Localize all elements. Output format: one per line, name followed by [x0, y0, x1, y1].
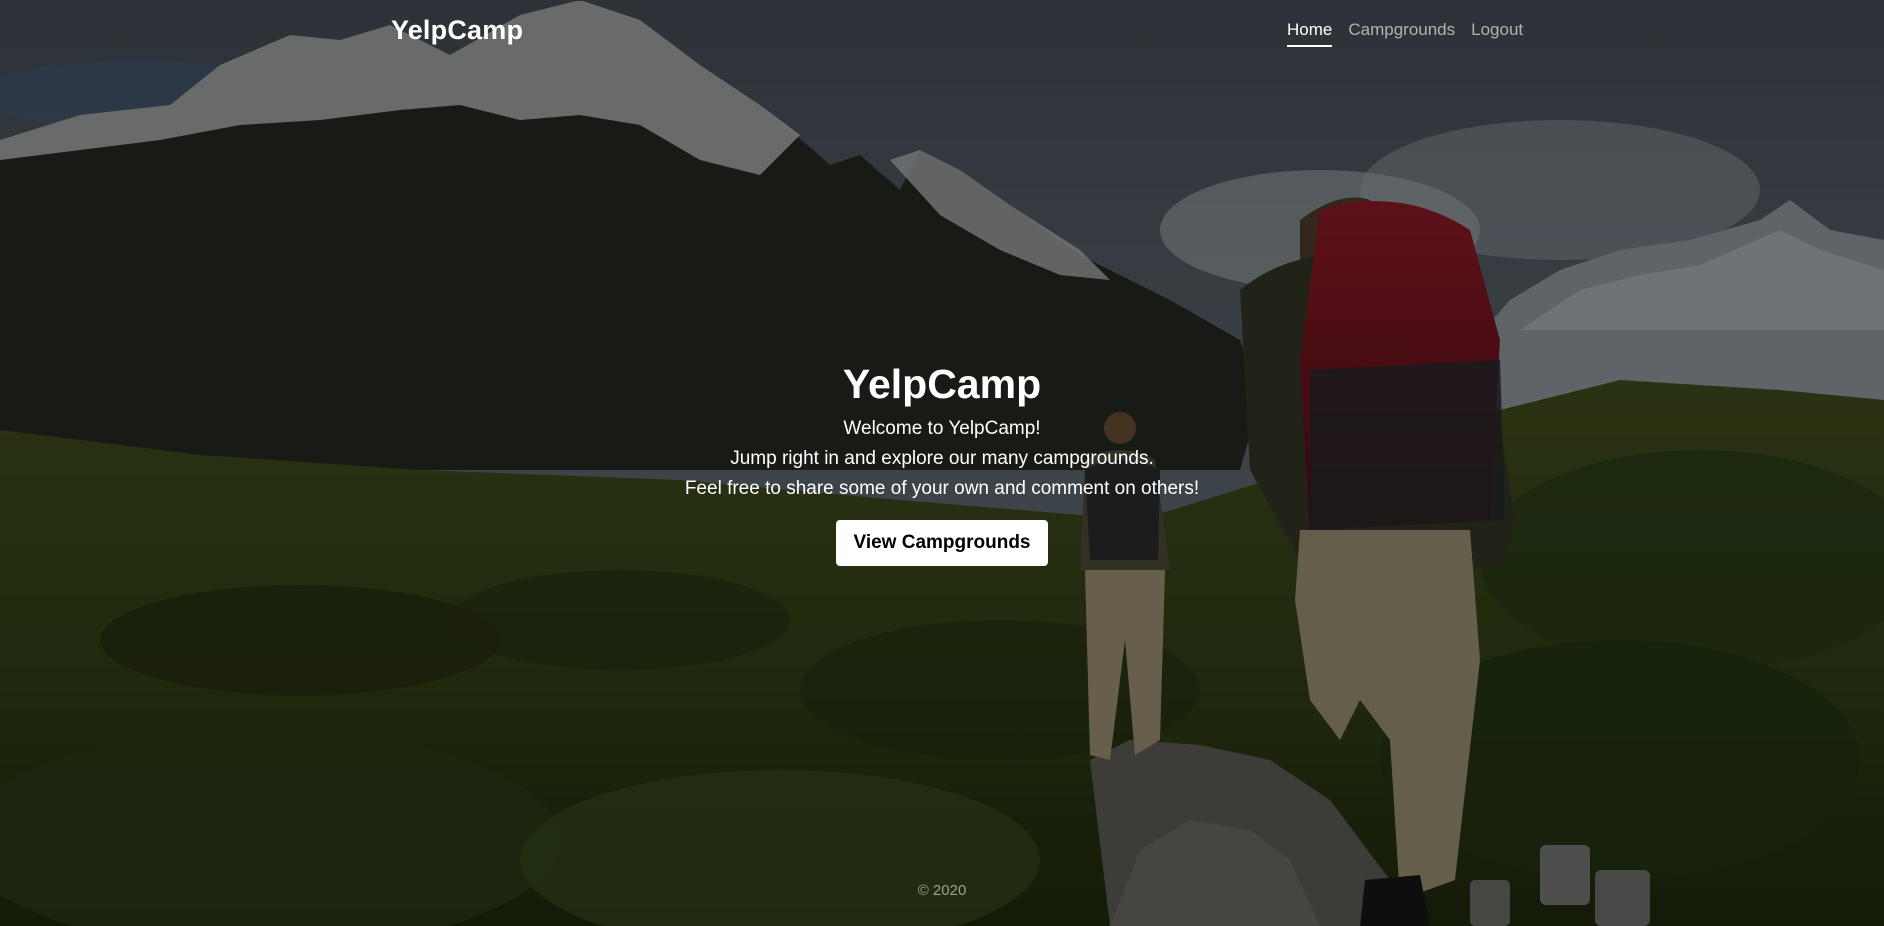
hero-content: YelpCamp Welcome to YelpCamp! Jump right… [0, 360, 1884, 566]
nav-link-home[interactable]: Home [1287, 20, 1333, 47]
hero-description: Welcome to YelpCamp! Jump right in and e… [0, 414, 1884, 504]
brand-link[interactable]: YelpCamp [391, 15, 523, 46]
hero-line-welcome: Welcome to YelpCamp! [843, 418, 1041, 439]
copyright-text: © 2020 [917, 882, 967, 899]
hero-line-explore: Jump right in and explore our many campg… [730, 448, 1154, 469]
footer: © 2020 [0, 882, 1884, 899]
navbar: YelpCamp Home Campgrounds Logout [0, 0, 1884, 63]
hero-title: YelpCamp [842, 361, 1042, 407]
view-campgrounds-button[interactable]: View Campgrounds [836, 520, 1048, 566]
nav-link-campgrounds[interactable]: Campgrounds [1348, 20, 1455, 47]
nav-link-logout[interactable]: Logout [1471, 20, 1523, 47]
hero-line-share: Feel free to share some of your own and … [684, 478, 1200, 499]
nav-links: Home Campgrounds Logout [1287, 20, 1523, 47]
